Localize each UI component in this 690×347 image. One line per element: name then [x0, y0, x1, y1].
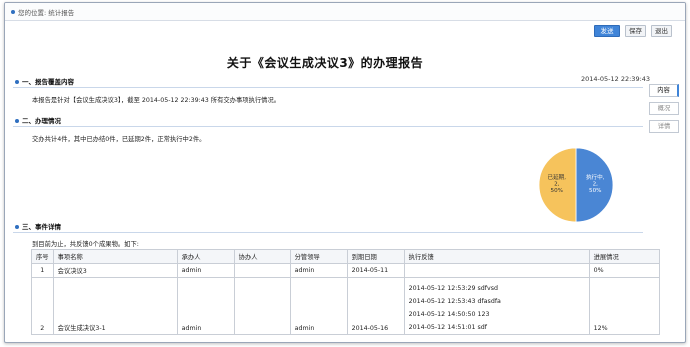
breadcrumb: 您的位置: 统计报告 [5, 3, 685, 21]
tab-content[interactable]: 内容 [649, 84, 679, 97]
table-row[interactable]: 2 会议生成决议3-1 admin admin 2014-05-16 2014-… [31, 277, 660, 335]
column-header: 协办人 [233, 249, 291, 264]
feedback-entry: 2014-05-12 14:50:50 123 [408, 311, 490, 318]
feedback-entry: 2014-05-12 14:51:01 sdf [408, 324, 487, 331]
feedback-cell [403, 263, 590, 278]
section-detail-text: 到目前为止，共反馈0个成果物。如下: [32, 241, 139, 248]
column-header: 事项名称 [52, 249, 178, 264]
tab-overview[interactable]: 概况 [649, 102, 679, 115]
column-header: 分管领导 [289, 249, 348, 264]
column-header: 承办人 [176, 249, 235, 264]
column-header: 进展情况 [588, 249, 660, 264]
row-number: 1 [31, 263, 54, 278]
breadcrumb-text: 您的位置: 统计报告 [18, 9, 75, 17]
section-divider [13, 126, 643, 127]
section-handling-text: 交办共计4件，其中已办结0件，已延期2件，正常执行中2件。 [32, 136, 206, 143]
section-coverage-text: 本报告是针对【会议生成决议3】，截至 2014-05-12 22:39:43 所… [32, 97, 281, 104]
column-header: 序号 [31, 249, 54, 264]
assist-cell [233, 277, 291, 335]
due-date-cell: 2014-05-11 [346, 263, 405, 278]
report-title: 关于《会议生成决议3》的办理报告 [226, 56, 424, 70]
report-timestamp: 2014-05-12 22:39:43 [581, 75, 651, 83]
section-coverage-heading: 一、报告覆盖内容 [15, 76, 74, 86]
tab-details[interactable]: 详情 [649, 120, 679, 133]
report-window: 您的位置: 统计报告 发送 保存 退出 关于《会议生成决议3》的办理报告 201… [4, 2, 686, 343]
due-date-cell: 2014-05-16 [346, 277, 405, 335]
progress-cell: 12% [588, 277, 660, 335]
save-button[interactable]: 保存 [625, 25, 646, 37]
leader-cell: admin [289, 277, 348, 335]
section-divider [13, 87, 643, 88]
section-bullet-icon [15, 225, 19, 229]
owner-cell: admin [176, 277, 235, 335]
task-name[interactable]: 会议生成决议3-1 [52, 277, 178, 335]
section-detail-heading: 三、事件详情 [15, 221, 61, 231]
section-divider [13, 232, 643, 233]
owner-cell: admin [176, 263, 235, 278]
task-table: 序号 事项名称 承办人 协办人 分管领导 到期日期 执行反馈 进展情况 1 会议… [31, 249, 660, 335]
quit-button[interactable]: 退出 [651, 25, 672, 37]
table-header-row: 序号 事项名称 承办人 协办人 分管领导 到期日期 执行反馈 进展情况 [31, 249, 660, 264]
send-button[interactable]: 发送 [594, 25, 620, 37]
column-header: 执行反馈 [403, 249, 590, 264]
leader-cell: admin [289, 263, 348, 278]
table-row[interactable]: 1 会议决议3 admin admin 2014-05-11 0% [31, 263, 660, 278]
feedback-cell: 2014-05-12 12:53:29 sdfvsd 2014-05-12 12… [403, 277, 590, 335]
section-bullet-icon [15, 119, 19, 123]
progress-cell: 0% [588, 263, 660, 278]
task-name[interactable]: 会议决议3 [52, 263, 178, 278]
section-heading-text: 二、办理情况 [22, 117, 61, 125]
column-header: 到期日期 [346, 249, 405, 264]
section-heading-text: 三、事件详情 [22, 223, 61, 231]
section-heading-text: 一、报告覆盖内容 [22, 78, 74, 86]
row-number: 2 [31, 277, 54, 335]
status-pie-chart: 执行中, 2, 50% 已延期, 2, 50% [538, 147, 614, 223]
section-bullet-icon [15, 80, 19, 84]
section-handling-heading: 二、办理情况 [15, 115, 61, 125]
feedback-entry: 2014-05-12 12:53:29 sdfvsd [408, 285, 498, 292]
location-dot-icon [11, 10, 15, 14]
feedback-entry: 2014-05-12 12:53:43 dfasdfa [408, 298, 501, 305]
assist-cell [233, 263, 291, 278]
